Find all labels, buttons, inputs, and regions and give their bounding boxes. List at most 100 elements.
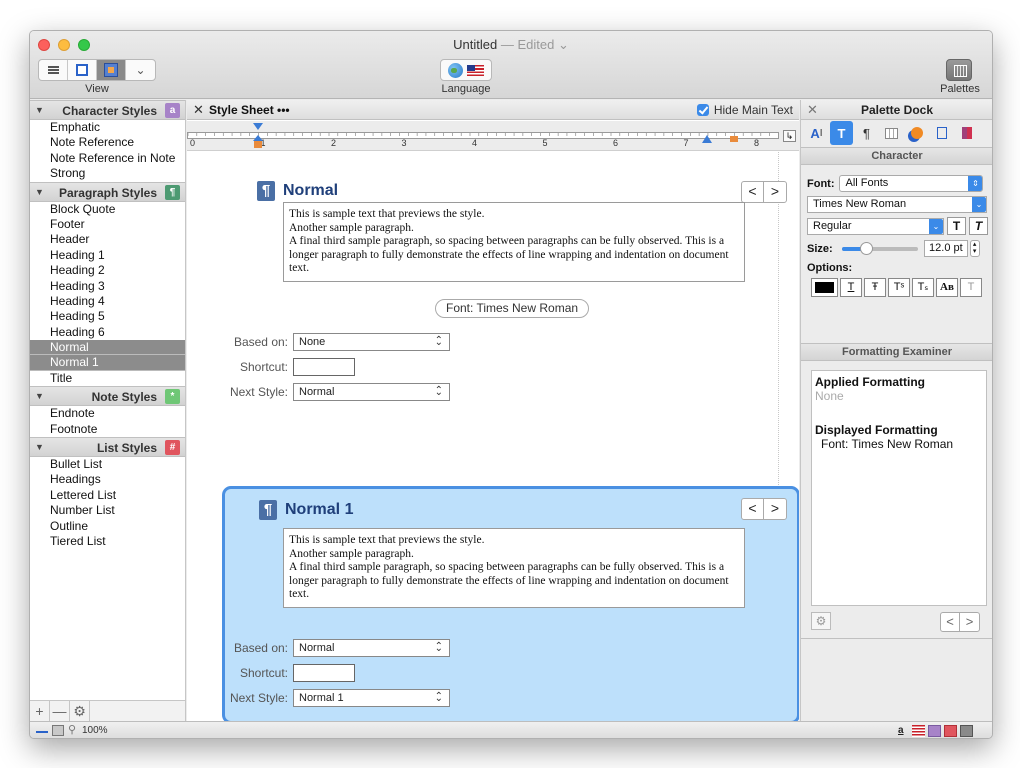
style-list-item[interactable]: Lettered List bbox=[30, 488, 185, 503]
style-list-item[interactable]: Heading 5 bbox=[30, 309, 185, 324]
next-style-select[interactable]: Normal 1 bbox=[293, 689, 450, 707]
font-style-select[interactable]: Regular ⌄ bbox=[807, 217, 944, 235]
font-family-select[interactable]: Times New Roman ⌄ bbox=[807, 196, 987, 213]
add-style-button[interactable]: + bbox=[30, 701, 50, 721]
style-list-item[interactable]: Headings bbox=[30, 472, 185, 487]
indent-marker-icon[interactable] bbox=[253, 123, 263, 149]
next-style-button[interactable]: > bbox=[764, 182, 786, 202]
page-width-icon[interactable] bbox=[36, 727, 48, 733]
text-color-button[interactable] bbox=[811, 278, 838, 297]
superscript-button[interactable]: Tˢ bbox=[888, 278, 910, 297]
italic-button[interactable]: T bbox=[969, 217, 988, 235]
based-on-select[interactable]: None bbox=[293, 333, 450, 351]
next-style-select[interactable]: Normal bbox=[293, 383, 450, 401]
shortcut-field[interactable] bbox=[293, 358, 355, 376]
palettes-button[interactable] bbox=[946, 59, 972, 81]
font-size-slider[interactable] bbox=[841, 241, 918, 255]
hide-main-text-checkbox[interactable]: Hide Main Text bbox=[696, 103, 793, 117]
strikethrough-button[interactable]: Ŧ bbox=[864, 278, 886, 297]
subscript-button[interactable]: Tₛ bbox=[912, 278, 934, 297]
ruler-tab-icon[interactable]: ↳ bbox=[783, 130, 796, 142]
edited-indicator[interactable]: — Edited ⌄ bbox=[501, 37, 569, 52]
us-flag-icon[interactable] bbox=[912, 725, 925, 737]
tab-table-icon[interactable] bbox=[880, 121, 903, 145]
slider-knob[interactable] bbox=[859, 241, 873, 255]
gear-icon[interactable]: ⚙ bbox=[70, 701, 90, 721]
style-list-item[interactable]: Heading 6 bbox=[30, 325, 185, 340]
section-icon[interactable] bbox=[960, 725, 973, 737]
disclosure-triangle-icon[interactable]: ▼ bbox=[35, 187, 44, 197]
displayed-formatting-value[interactable]: Font: Times New Roman bbox=[815, 437, 983, 451]
ruler[interactable]: 012345678 ↳ bbox=[187, 121, 799, 151]
character-style-icon[interactable]: a bbox=[898, 725, 911, 737]
close-icon[interactable]: ✕ bbox=[193, 102, 204, 118]
prev-button[interactable]: < bbox=[941, 613, 960, 631]
view-menu-button[interactable]: ⌄ bbox=[126, 60, 155, 80]
underline-button[interactable]: T bbox=[840, 278, 862, 297]
list-style-icon[interactable] bbox=[944, 725, 957, 737]
magnifier-icon[interactable]: ⚲ bbox=[68, 723, 76, 736]
language-style-icon[interactable] bbox=[928, 725, 941, 737]
bold-button[interactable]: T bbox=[947, 217, 966, 235]
section-header[interactable]: ▼ Character Styles a bbox=[30, 100, 185, 120]
prev-style-button[interactable]: < bbox=[742, 499, 764, 519]
next-style-button[interactable]: > bbox=[764, 499, 786, 519]
style-list-item[interactable]: Block Quote bbox=[30, 202, 185, 217]
based-on-select[interactable]: Normal bbox=[293, 639, 450, 657]
style-name[interactable]: Normal bbox=[283, 182, 338, 200]
gear-icon[interactable]: ⚙ bbox=[811, 612, 831, 630]
style-list-item[interactable]: Number List bbox=[30, 503, 185, 518]
font-collection-select[interactable]: All Fonts ⇕ bbox=[839, 175, 984, 192]
close-icon[interactable]: ✕ bbox=[807, 102, 818, 118]
font-attribute-pill[interactable]: Font: Times New Roman bbox=[435, 299, 590, 318]
view-page-button[interactable] bbox=[68, 60, 97, 80]
disclosure-triangle-icon[interactable]: ▼ bbox=[35, 442, 44, 452]
baseline-button[interactable]: T bbox=[960, 278, 982, 297]
style-list-item[interactable]: Tiered List bbox=[30, 534, 185, 549]
zoom-level[interactable]: 100% bbox=[82, 725, 108, 736]
style-list-item[interactable]: Normal bbox=[30, 340, 185, 356]
tab-stop-marker-icon[interactable] bbox=[729, 133, 739, 143]
tab-shapes-icon[interactable] bbox=[905, 121, 928, 145]
font-size-stepper[interactable]: ▴ ▾ bbox=[969, 240, 980, 257]
stylesheet-title[interactable]: Style Sheet ••• bbox=[209, 103, 290, 117]
font-size-field[interactable]: 12.0 pt bbox=[923, 240, 968, 257]
page-icon[interactable] bbox=[52, 725, 64, 736]
disclosure-triangle-icon[interactable]: ▼ bbox=[35, 105, 44, 115]
small-caps-button[interactable]: Aʙ bbox=[936, 278, 958, 297]
style-block-normal[interactable]: ¶ Normal < > This is sample text that pr… bbox=[223, 152, 799, 422]
shortcut-field[interactable] bbox=[293, 664, 355, 682]
style-block-normal-1[interactable]: ¶ Normal 1 < > This is sample text that … bbox=[222, 486, 799, 721]
remove-style-button[interactable]: — bbox=[50, 701, 70, 721]
language-button[interactable] bbox=[440, 59, 492, 81]
tab-document-icon[interactable] bbox=[930, 121, 953, 145]
style-list-item[interactable]: Outline bbox=[30, 519, 185, 534]
tab-text-style-icon[interactable]: AI bbox=[805, 121, 828, 145]
style-list-item[interactable]: Note Reference in Note bbox=[30, 151, 185, 166]
tab-character-icon[interactable]: T bbox=[830, 121, 853, 145]
style-list-item[interactable]: Note Reference bbox=[30, 135, 185, 150]
view-list-button[interactable] bbox=[39, 60, 68, 80]
prev-style-button[interactable]: < bbox=[742, 182, 764, 202]
disclosure-triangle-icon[interactable]: ▼ bbox=[35, 391, 44, 401]
style-list-item[interactable]: Strong bbox=[30, 166, 185, 181]
style-list-item[interactable]: Normal 1 bbox=[30, 355, 185, 371]
style-list-item[interactable]: Heading 3 bbox=[30, 279, 185, 294]
next-button[interactable]: > bbox=[960, 613, 979, 631]
style-list-item[interactable]: Footnote bbox=[30, 422, 185, 437]
right-margin-marker-icon[interactable] bbox=[702, 133, 712, 143]
style-list-item[interactable]: Header bbox=[30, 232, 185, 247]
style-name[interactable]: Normal 1 bbox=[285, 501, 353, 519]
style-list-item[interactable]: Endnote bbox=[30, 406, 185, 421]
section-header[interactable]: ▼ Note Styles * bbox=[30, 386, 185, 407]
tab-bookmarks-icon[interactable] bbox=[955, 121, 978, 145]
style-list-item[interactable]: Bullet List bbox=[30, 457, 185, 472]
style-list-item[interactable]: Title bbox=[30, 371, 185, 386]
section-header[interactable]: ▼ List Styles # bbox=[30, 437, 185, 458]
section-header[interactable]: ▼ Paragraph Styles ¶ bbox=[30, 181, 185, 202]
style-list-item[interactable]: Footer bbox=[30, 217, 185, 232]
style-list-item[interactable]: Emphatic bbox=[30, 120, 185, 135]
tab-paragraph-icon[interactable]: ¶ bbox=[855, 121, 878, 145]
style-list-item[interactable]: Heading 2 bbox=[30, 263, 185, 278]
view-stylesheet-button[interactable] bbox=[97, 60, 126, 80]
